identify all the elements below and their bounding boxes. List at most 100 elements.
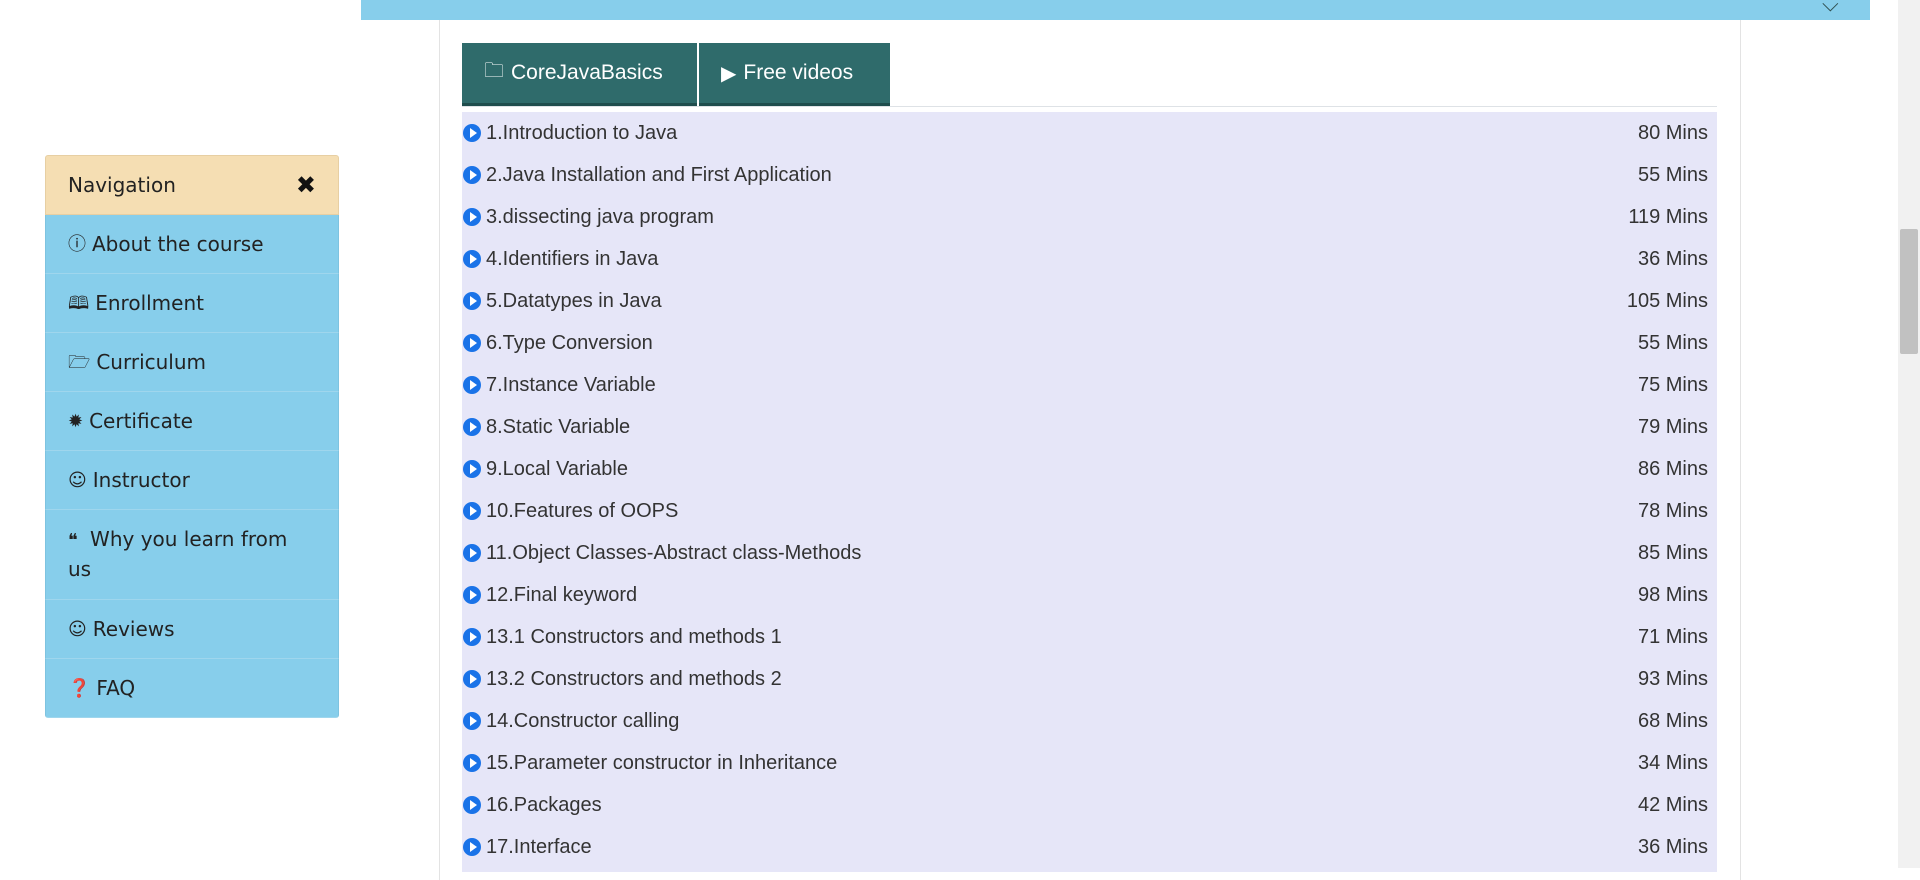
nav-item-reviews[interactable]: ☺ Reviews — [45, 600, 339, 659]
lesson-duration: 68 Mins — [1637, 709, 1708, 732]
play-icon[interactable] — [463, 208, 481, 226]
lesson-title[interactable]: 16.Packages — [486, 794, 602, 817]
lesson-duration: 105 Mins — [1626, 289, 1708, 312]
lesson-duration: 86 Mins — [1637, 457, 1708, 480]
lesson-row[interactable]: 2.Java Installation and First Applicatio… — [462, 154, 1717, 196]
lesson-title[interactable]: 14.Constructor calling — [486, 710, 679, 733]
play-icon[interactable] — [463, 418, 481, 436]
close-icon[interactable]: ✖ — [296, 171, 316, 199]
scrollbar-thumb[interactable] — [1900, 229, 1918, 354]
lesson-duration: 93 Mins — [1637, 667, 1708, 690]
play-icon[interactable] — [463, 838, 481, 856]
lesson-title-wrap: 5.Datatypes in Java — [462, 290, 662, 313]
lesson-row[interactable]: 3.dissecting java program 119 Mins — [462, 196, 1717, 238]
lesson-title[interactable]: 5.Datatypes in Java — [486, 290, 662, 313]
quote-icon: ❝ — [68, 530, 78, 551]
lesson-row[interactable]: 14.Constructor calling 68 Mins — [462, 700, 1717, 742]
play-icon[interactable] — [463, 586, 481, 604]
play-icon[interactable] — [463, 250, 481, 268]
lesson-row[interactable]: 9.Local Variable 86 Mins — [462, 448, 1717, 490]
lesson-title[interactable]: 12.Final keyword — [486, 584, 637, 607]
lesson-row[interactable]: 8.Static Variable 79 Mins — [462, 406, 1717, 448]
play-icon[interactable] — [463, 628, 481, 646]
folder-icon: 🗀 — [484, 60, 504, 82]
lesson-title[interactable]: 8.Static Variable — [486, 416, 630, 439]
nav-item-label: Why you learn from us — [68, 527, 288, 581]
tab-free-videos[interactable]: ▶ Free videos — [699, 43, 890, 106]
nav-item-curriculum[interactable]: 🗁 Curriculum — [45, 333, 339, 392]
lesson-row[interactable]: 12.Final keyword 98 Mins — [462, 574, 1717, 616]
lesson-row[interactable]: 11.Object Classes-Abstract class-Methods… — [462, 532, 1717, 574]
lesson-title-wrap: 13.1 Constructors and methods 1 — [462, 626, 782, 649]
lesson-title[interactable]: 1.Introduction to Java — [486, 122, 677, 145]
lesson-duration: 36 Mins — [1637, 247, 1708, 270]
lesson-row[interactable]: 7.Instance Variable 75 Mins — [462, 364, 1717, 406]
nav-item-faq[interactable]: ❓ FAQ — [45, 659, 339, 718]
play-icon[interactable] — [463, 670, 481, 688]
curriculum-tabs: 🗀 CoreJavaBasics ▶ Free videos — [462, 43, 1717, 107]
play-icon[interactable] — [463, 754, 481, 772]
lesson-title[interactable]: 15.Parameter constructor in Inheritance — [486, 752, 837, 775]
folder-open-icon: 🗁 — [68, 352, 91, 373]
lesson-title[interactable]: 9.Local Variable — [486, 458, 628, 481]
lesson-title[interactable]: 13.2 Constructors and methods 2 — [486, 668, 782, 691]
lesson-title[interactable]: 2.Java Installation and First Applicatio… — [486, 164, 832, 187]
lesson-title-wrap: 8.Static Variable — [462, 416, 630, 439]
play-icon[interactable] — [463, 292, 481, 310]
lesson-duration: 42 Mins — [1637, 793, 1708, 816]
lesson-title[interactable]: 3.dissecting java program — [486, 206, 714, 229]
lesson-title[interactable]: 4.Identifiers in Java — [486, 248, 658, 271]
user-circle-icon: ☺ — [68, 470, 87, 491]
top-banner-strip: ⌵ — [361, 0, 1870, 20]
lesson-title[interactable]: 13.1 Constructors and methods 1 — [486, 626, 782, 649]
nav-item-enrollment[interactable]: 🕮 Enrollment — [45, 274, 339, 333]
lesson-title-wrap: 14.Constructor calling — [462, 710, 679, 733]
lesson-title-wrap: 17.Interface — [462, 836, 592, 859]
chevron-down-icon[interactable]: ⌵ — [1822, 0, 1844, 16]
play-icon[interactable] — [463, 376, 481, 394]
lesson-row[interactable]: 5.Datatypes in Java 105 Mins — [462, 280, 1717, 322]
nav-item-instructor[interactable]: ☺ Instructor — [45, 451, 339, 510]
lesson-title-wrap: 4.Identifiers in Java — [462, 248, 658, 271]
lesson-row[interactable]: 6.Type Conversion 55 Mins — [462, 322, 1717, 364]
lesson-title-wrap: 12.Final keyword — [462, 584, 637, 607]
lesson-row[interactable]: 13.2 Constructors and methods 2 93 Mins — [462, 658, 1717, 700]
play-icon[interactable] — [463, 544, 481, 562]
lesson-duration: 78 Mins — [1637, 499, 1708, 522]
scrollbar-track[interactable] — [1898, 0, 1920, 868]
lesson-title-wrap: 10.Features of OOPS — [462, 500, 678, 523]
lesson-title-wrap: 1.Introduction to Java — [462, 122, 677, 145]
navigation-header: Navigation ✖ — [45, 155, 339, 215]
lesson-duration: 119 Mins — [1628, 205, 1708, 228]
nav-item-why-you-learn-from-us[interactable]: ❝ Why you learn from us — [45, 510, 339, 600]
lesson-title[interactable]: 17.Interface — [486, 836, 592, 859]
play-icon[interactable] — [463, 334, 481, 352]
lesson-list: 1.Introduction to Java 80 Mins 2.Java Inst… — [462, 112, 1717, 872]
play-icon[interactable] — [463, 166, 481, 184]
nav-item-label: Certificate — [89, 409, 193, 433]
lesson-title[interactable]: 10.Features of OOPS — [486, 500, 678, 523]
play-icon[interactable] — [463, 124, 481, 142]
tab-corejavabasics[interactable]: 🗀 CoreJavaBasics — [462, 43, 697, 106]
lesson-title-wrap: 15.Parameter constructor in Inheritance — [462, 752, 837, 775]
nav-item-about-the-course[interactable]: ⓘ About the course — [45, 215, 339, 274]
lesson-title[interactable]: 7.Instance Variable — [486, 374, 656, 397]
lesson-title[interactable]: 6.Type Conversion — [486, 332, 653, 355]
lesson-row[interactable]: 17.Interface 36 Mins — [462, 826, 1717, 868]
lesson-duration: 80 Mins — [1637, 121, 1708, 144]
play-icon[interactable] — [463, 796, 481, 814]
lesson-row[interactable]: 10.Features of OOPS 78 Mins — [462, 490, 1717, 532]
lesson-row[interactable]: 1.Introduction to Java 80 Mins — [462, 112, 1717, 154]
lesson-title[interactable]: 11.Object Classes-Abstract class-Methods — [486, 542, 861, 565]
play-icon[interactable] — [463, 712, 481, 730]
nav-item-certificate[interactable]: ✹ Certificate — [45, 392, 339, 451]
lesson-row[interactable]: 16.Packages 42 Mins — [462, 784, 1717, 826]
play-icon[interactable] — [463, 460, 481, 478]
play-icon[interactable] — [463, 502, 481, 520]
lesson-title-wrap: 7.Instance Variable — [462, 374, 656, 397]
lesson-duration: 55 Mins — [1637, 331, 1708, 354]
lesson-row[interactable]: 15.Parameter constructor in Inheritance 3… — [462, 742, 1717, 784]
lesson-row[interactable]: 13.1 Constructors and methods 1 71 Mins — [462, 616, 1717, 658]
lesson-row[interactable]: 4.Identifiers in Java 36 Mins — [462, 238, 1717, 280]
lesson-title-wrap: 13.2 Constructors and methods 2 — [462, 668, 782, 691]
